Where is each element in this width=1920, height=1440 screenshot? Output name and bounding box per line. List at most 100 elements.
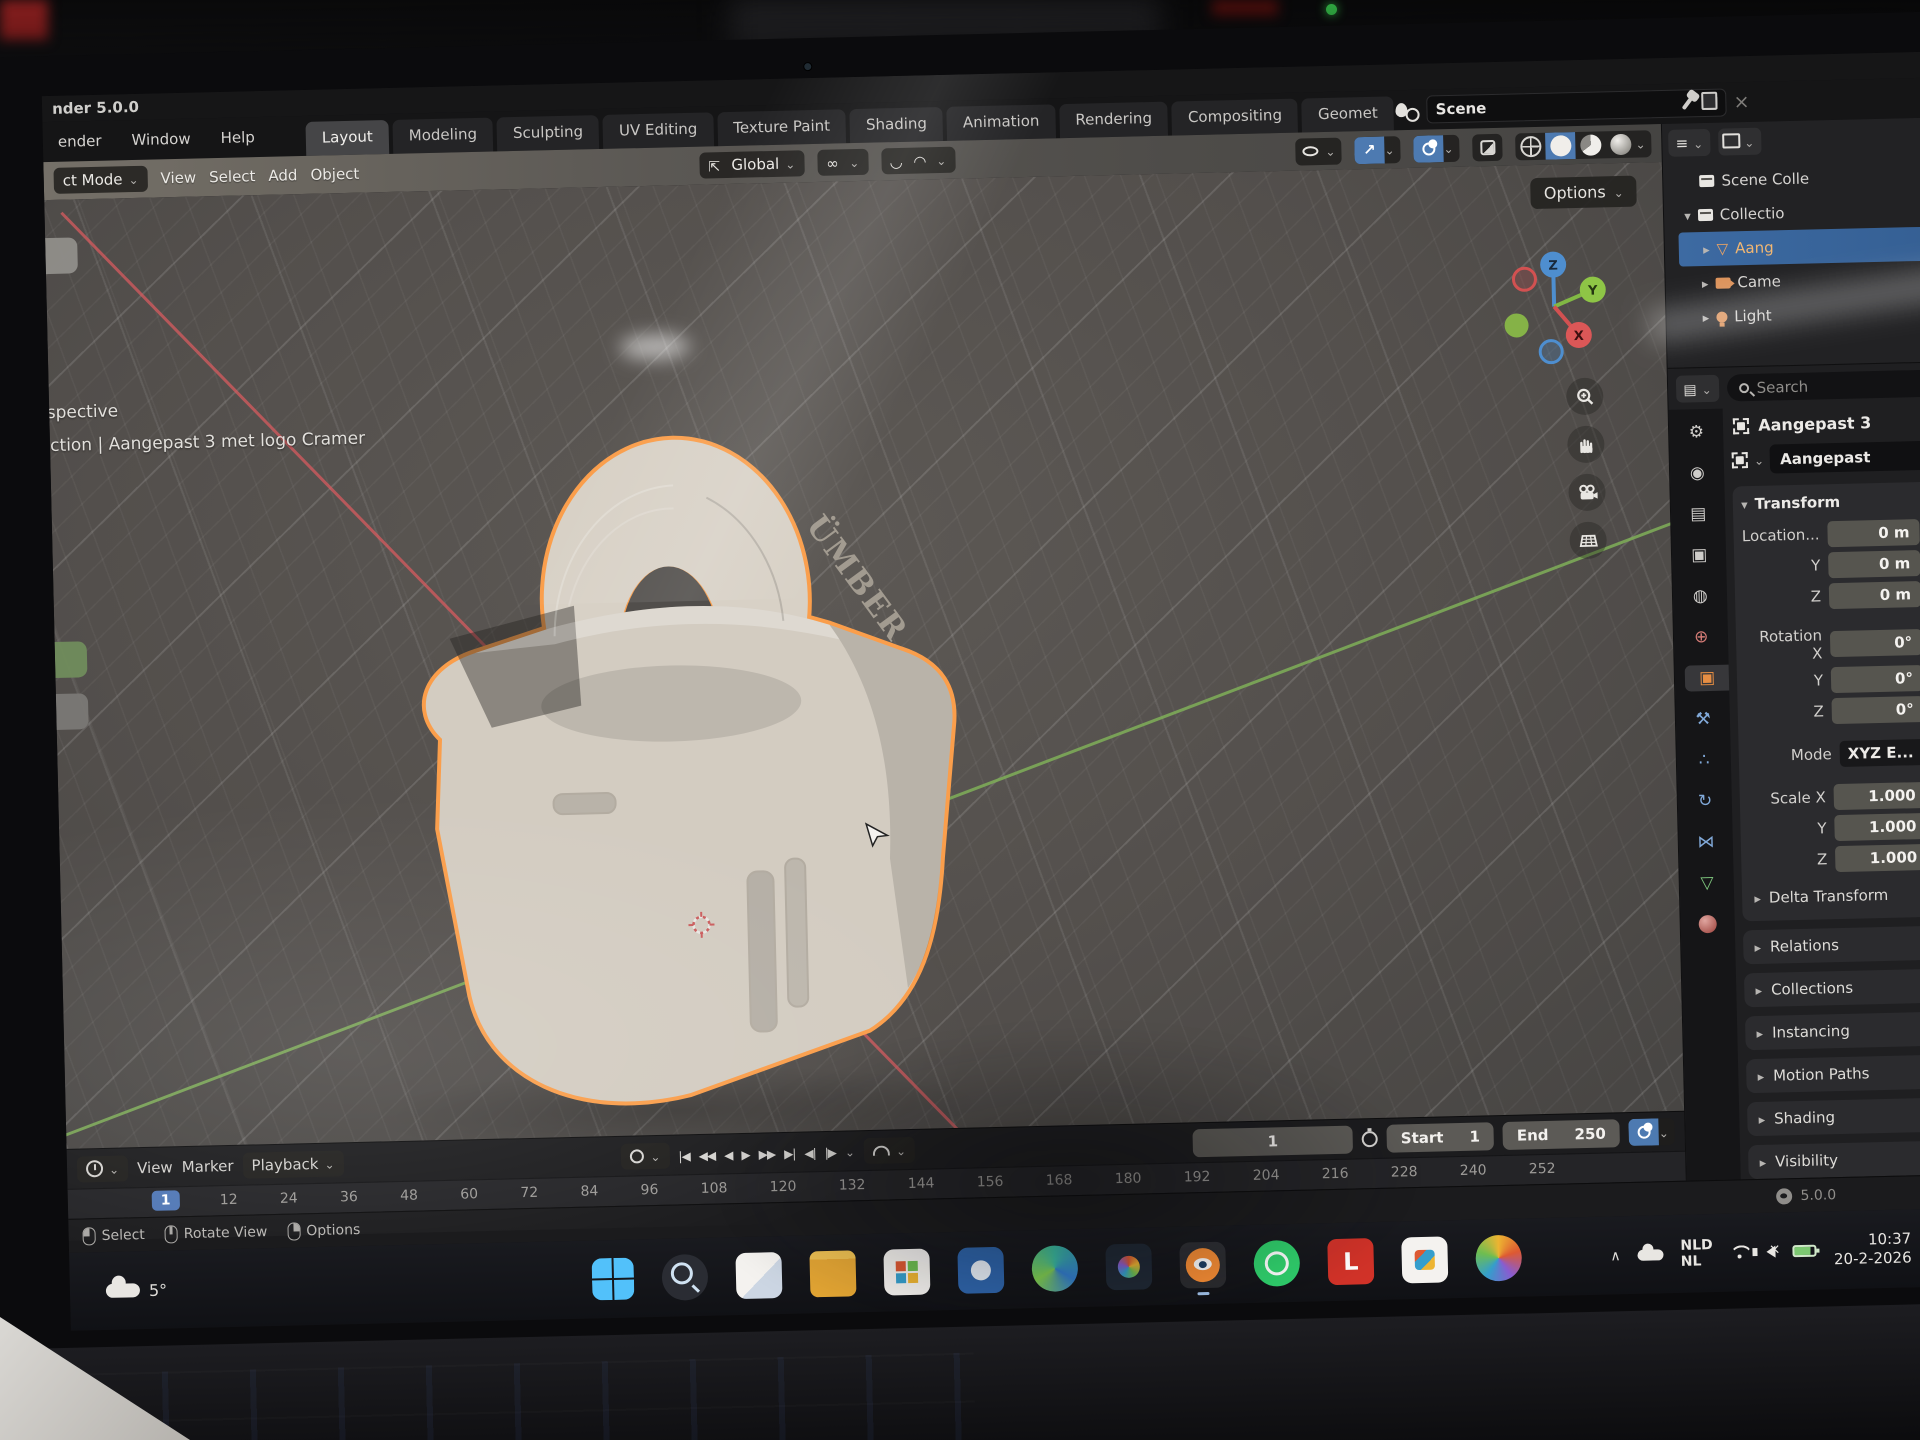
previous-frame-button[interactable] — [804, 1143, 816, 1161]
tab-particles[interactable]: ∴ — [1689, 747, 1720, 774]
photos-icon[interactable] — [1105, 1243, 1152, 1290]
visibility-panel[interactable]: Visibility — [1748, 1140, 1920, 1179]
store-icon[interactable] — [883, 1249, 930, 1296]
collections-panel[interactable]: Collections — [1744, 968, 1920, 1007]
shading-rendered-button[interactable] — [1605, 130, 1636, 158]
whatsapp-icon[interactable] — [1253, 1240, 1300, 1287]
tab-geometry-nodes[interactable]: Geomet — [1302, 96, 1395, 132]
tab-rendering[interactable]: Rendering — [1059, 102, 1168, 139]
tab-tool[interactable]: ⚙ — [1681, 419, 1712, 446]
outliner-display-dropdown[interactable] — [1668, 129, 1710, 157]
start-frame-field[interactable]: Start 1 — [1386, 1122, 1494, 1153]
toolbar-tool-partial[interactable] — [45, 641, 88, 678]
tab-world[interactable]: ⊕ — [1686, 624, 1717, 651]
jump-to-end-button[interactable] — [784, 1143, 796, 1161]
menu-add[interactable]: Add — [268, 166, 297, 185]
rotation-x-field[interactable]: 0° — [1830, 629, 1920, 657]
previous-keyframe-button[interactable] — [698, 1145, 715, 1163]
timeline-menu-playback[interactable]: Playback — [242, 1150, 344, 1178]
tab-compositing[interactable]: Compositing — [1172, 99, 1299, 136]
relations-panel[interactable]: Relations — [1743, 925, 1920, 964]
end-frame-field[interactable]: End 250 — [1503, 1119, 1621, 1150]
rotation-z-field[interactable]: 0° — [1831, 696, 1920, 724]
timeline-menu-view[interactable]: View — [137, 1158, 173, 1177]
file-explorer-icon[interactable] — [809, 1250, 856, 1297]
language-indicator[interactable]: NLD NL — [1680, 1237, 1713, 1270]
chevron-right-icon[interactable] — [1702, 308, 1709, 326]
new-scene-icon[interactable] — [1393, 100, 1419, 121]
menu-view[interactable]: View — [160, 169, 196, 188]
search-button[interactable] — [661, 1254, 708, 1301]
shading-solid-button[interactable] — [1545, 132, 1576, 160]
menu-render[interactable]: ender — [43, 131, 117, 151]
paint-icon[interactable] — [1401, 1236, 1448, 1283]
outliner-row-aangepast-selected[interactable]: Aang — [1679, 226, 1920, 266]
outliner-row-camera[interactable]: Came — [1671, 260, 1920, 300]
close-icon[interactable] — [1733, 91, 1749, 113]
transform-panel-header[interactable]: Transform — [1741, 491, 1920, 514]
current-frame-field[interactable]: 1 — [1193, 1125, 1354, 1157]
battery-icon[interactable] — [1793, 1245, 1817, 1258]
options-button[interactable]: Options — [1531, 176, 1637, 209]
scale-y-field[interactable]: 1.000 — [1834, 813, 1920, 841]
tab-object[interactable]: ▣ — [1685, 665, 1730, 692]
tab-view-layer[interactable]: ▣ — [1684, 542, 1715, 569]
menu-window[interactable]: Window — [116, 129, 206, 149]
delta-transform-panel[interactable]: Delta Transform — [1750, 874, 1920, 909]
tab-animation[interactable]: Animation — [947, 104, 1056, 141]
scale-x-field[interactable]: 1.000 — [1833, 782, 1920, 810]
navigation-gizmo[interactable]: Z Y X — [1500, 247, 1615, 368]
outlook-icon[interactable] — [957, 1247, 1004, 1294]
rotation-y-field[interactable]: 0° — [1831, 665, 1920, 693]
next-keyframe-button[interactable] — [758, 1144, 775, 1162]
properties-filter-dropdown[interactable] — [1676, 375, 1719, 403]
tab-layout[interactable]: Layout — [305, 120, 389, 156]
scale-z-field[interactable]: 1.000 — [1835, 844, 1920, 872]
copilot-icon[interactable] — [1475, 1235, 1522, 1282]
tab-output[interactable]: ▤ — [1683, 501, 1714, 528]
tab-uv-editing[interactable]: UV Editing — [603, 112, 714, 149]
viewport-canvas[interactable]: ÜMBER — [44, 162, 1684, 1149]
rotation-mode-dropdown[interactable]: XYZ E... — [1839, 739, 1920, 767]
xray-toggle[interactable] — [1472, 133, 1503, 161]
onedrive-icon[interactable] — [1637, 1249, 1663, 1261]
playhead-frame-chip[interactable]: 1 — [152, 1190, 180, 1211]
shading-dropdown[interactable] — [1635, 134, 1651, 152]
object-name-field[interactable]: Aangepast — [1770, 440, 1920, 473]
play-reverse-button[interactable] — [724, 1145, 733, 1163]
tab-modeling[interactable]: Modeling — [392, 118, 493, 154]
l-app-icon[interactable] — [1327, 1238, 1374, 1285]
edge-icon[interactable] — [1031, 1245, 1078, 1292]
start-button[interactable] — [592, 1258, 635, 1301]
copy-scene-icon[interactable] — [1705, 96, 1717, 110]
outliner-row-light[interactable]: Light — [1672, 294, 1920, 334]
instancing-panel[interactable]: Instancing — [1745, 1011, 1920, 1050]
chevron-right-icon[interactable] — [1703, 240, 1710, 258]
model-object[interactable]: ÜMBER — [372, 297, 971, 1140]
tab-constraints[interactable]: ⋈ — [1691, 829, 1722, 856]
widgets-icon[interactable] — [735, 1252, 782, 1299]
pan-button[interactable] — [1567, 425, 1605, 463]
blender-app-active[interactable] — [1179, 1242, 1226, 1289]
play-button[interactable] — [741, 1144, 750, 1162]
shading-wireframe-button[interactable] — [1515, 132, 1546, 160]
clock-widget[interactable]: 10:37 20-2-2026 — [1833, 1229, 1912, 1269]
properties-search-input[interactable]: Search — [1726, 369, 1920, 401]
zoom-button[interactable] — [1566, 377, 1604, 415]
proportional-edit-dropdown[interactable] — [881, 147, 956, 175]
tab-sculpting[interactable]: Sculpting — [497, 115, 600, 151]
mode-dropdown[interactable]: ct Mode — [53, 166, 147, 194]
toolbar-tool-partial[interactable] — [46, 693, 89, 730]
pin-icon[interactable] — [1682, 97, 1694, 111]
menu-help[interactable]: Help — [205, 128, 270, 148]
tab-object-data[interactable]: ▽ — [1692, 870, 1723, 897]
outliner-row-scene-collection[interactable]: Scene Colle — [1669, 158, 1920, 198]
snapping-dropdown[interactable] — [817, 149, 869, 176]
frame-step-dropdown[interactable] — [845, 1142, 855, 1160]
tab-texture-paint[interactable]: Texture Paint — [717, 109, 847, 146]
menu-select[interactable]: Select — [209, 167, 256, 186]
editor-type-dropdown[interactable] — [77, 1155, 129, 1182]
shading-panel[interactable]: Shading — [1747, 1097, 1920, 1136]
camera-view-button[interactable] — [1568, 473, 1606, 511]
next-frame-button[interactable] — [824, 1142, 836, 1160]
